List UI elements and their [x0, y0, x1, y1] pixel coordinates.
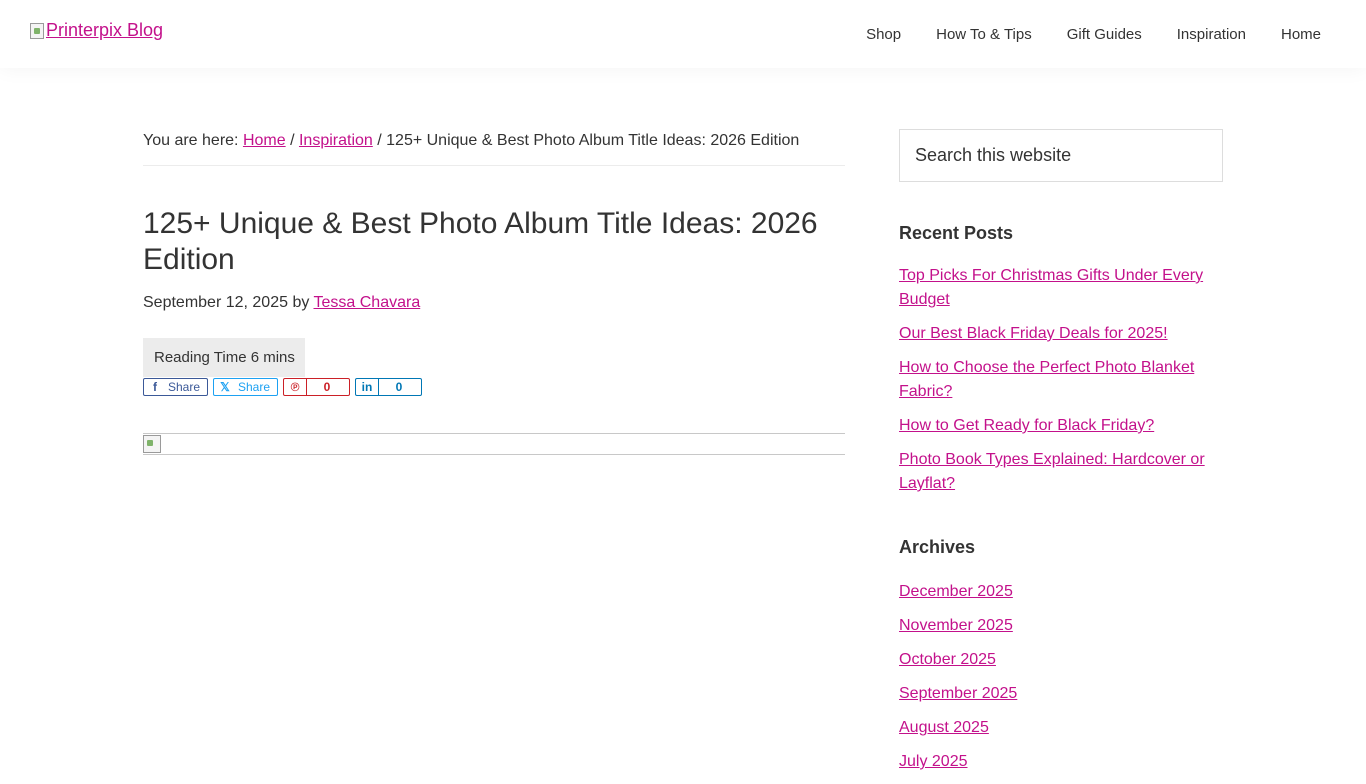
twitter-share-label: Share: [237, 380, 270, 394]
pinterest-icon: ℗: [290, 380, 300, 394]
facebook-icon: f: [152, 380, 157, 394]
archives-list: December 2025 November 2025 October 2025…: [899, 580, 1223, 774]
main-nav: Shop How To & Tips Gift Guides Inspirati…: [866, 26, 1321, 43]
sidebar: Recent Posts Top Picks For Christmas Gif…: [899, 129, 1223, 784]
breadcrumb-separator: /: [372, 132, 387, 149]
pinterest-share-button[interactable]: ℗ 0: [283, 378, 350, 396]
recent-posts-list: Top Picks For Christmas Gifts Under Ever…: [899, 264, 1223, 496]
article-byline: September 12, 2025 by Tessa Chavara: [143, 293, 845, 313]
breadcrumb-current: 125+ Unique & Best Photo Album Title Ide…: [386, 132, 800, 149]
breadcrumb-separator: /: [285, 132, 299, 149]
twitter-share-button[interactable]: 𝕏 Share: [213, 378, 278, 396]
nav-item-gift-guides[interactable]: Gift Guides: [1067, 26, 1142, 43]
broken-image-icon: [143, 435, 161, 453]
archive-link[interactable]: September 2025: [899, 685, 1017, 702]
site-header: Printerpix Blog Shop How To & Tips Gift …: [0, 0, 1366, 68]
facebook-share-button[interactable]: f Share: [143, 378, 208, 396]
breadcrumb-category-link[interactable]: Inspiration: [299, 132, 373, 149]
archives-widget: Archives December 2025 November 2025 Oct…: [899, 536, 1223, 774]
facebook-share-label: Share: [167, 380, 200, 394]
recent-posts-title: Recent Posts: [899, 223, 1014, 243]
broken-image-icon: [30, 22, 44, 39]
archive-link[interactable]: October 2025: [899, 651, 996, 668]
logo-alt-text: Printerpix Blog: [46, 20, 164, 40]
nav-item-home[interactable]: Home: [1281, 26, 1321, 43]
article-title: 125+ Unique & Best Photo Album Title Ide…: [143, 207, 818, 276]
share-bar: f Share 𝕏 Share ℗ 0 in 0: [143, 378, 845, 396]
nav-item-how-to-tips[interactable]: How To & Tips: [936, 26, 1032, 43]
breadcrumb-home-link[interactable]: Home: [243, 132, 286, 149]
archive-link[interactable]: August 2025: [899, 719, 989, 736]
breadcrumb: You are here: Home / Inspiration / 125+ …: [143, 128, 845, 166]
byline-by: by: [288, 294, 314, 311]
list-item: Top Picks For Christmas Gifts Under Ever…: [899, 264, 1223, 312]
reading-time-badge: Reading Time 6 mins: [143, 338, 305, 377]
list-item: Our Best Black Friday Deals for 2025!: [899, 322, 1223, 346]
nav-item-inspiration[interactable]: Inspiration: [1177, 26, 1246, 43]
linkedin-share-button[interactable]: in 0: [355, 378, 422, 396]
recent-post-link[interactable]: Top Picks For Christmas Gifts Under Ever…: [899, 267, 1203, 308]
list-item: How to Get Ready for Black Friday?: [899, 414, 1223, 438]
list-item: November 2025: [899, 614, 1223, 638]
list-item: Photo Book Types Explained: Hardcover or…: [899, 448, 1223, 496]
list-item: August 2025: [899, 716, 1223, 740]
list-item: How to Choose the Perfect Photo Blanket …: [899, 356, 1223, 404]
site-logo-link[interactable]: Printerpix Blog: [30, 20, 163, 41]
breadcrumb-prefix: You are here:: [143, 132, 243, 149]
author-link[interactable]: Tessa Chavara: [314, 294, 421, 311]
archive-link[interactable]: December 2025: [899, 583, 1013, 600]
article-date: September 12, 2025: [143, 294, 288, 311]
list-item: July 2025: [899, 750, 1223, 774]
recent-post-link[interactable]: Photo Book Types Explained: Hardcover or…: [899, 451, 1205, 492]
recent-post-link[interactable]: How to Choose the Perfect Photo Blanket …: [899, 359, 1194, 400]
pinterest-share-count: 0: [306, 379, 347, 395]
recent-post-link[interactable]: How to Get Ready for Black Friday?: [899, 417, 1154, 434]
search-input[interactable]: [899, 129, 1223, 182]
list-item: September 2025: [899, 682, 1223, 706]
x-icon: 𝕏: [220, 380, 230, 394]
archive-link[interactable]: November 2025: [899, 617, 1013, 634]
list-item: October 2025: [899, 648, 1223, 672]
nav-item-shop[interactable]: Shop: [866, 26, 901, 43]
recent-posts-widget: Recent Posts Top Picks For Christmas Gif…: [899, 222, 1223, 496]
featured-image: [143, 433, 845, 455]
main-content: You are here: Home / Inspiration / 125+ …: [143, 128, 845, 455]
list-item: December 2025: [899, 580, 1223, 604]
linkedin-icon: in: [361, 380, 373, 394]
archives-title: Archives: [899, 537, 976, 557]
archive-link[interactable]: July 2025: [899, 753, 968, 770]
linkedin-share-count: 0: [378, 379, 419, 395]
recent-post-link[interactable]: Our Best Black Friday Deals for 2025!: [899, 325, 1168, 342]
